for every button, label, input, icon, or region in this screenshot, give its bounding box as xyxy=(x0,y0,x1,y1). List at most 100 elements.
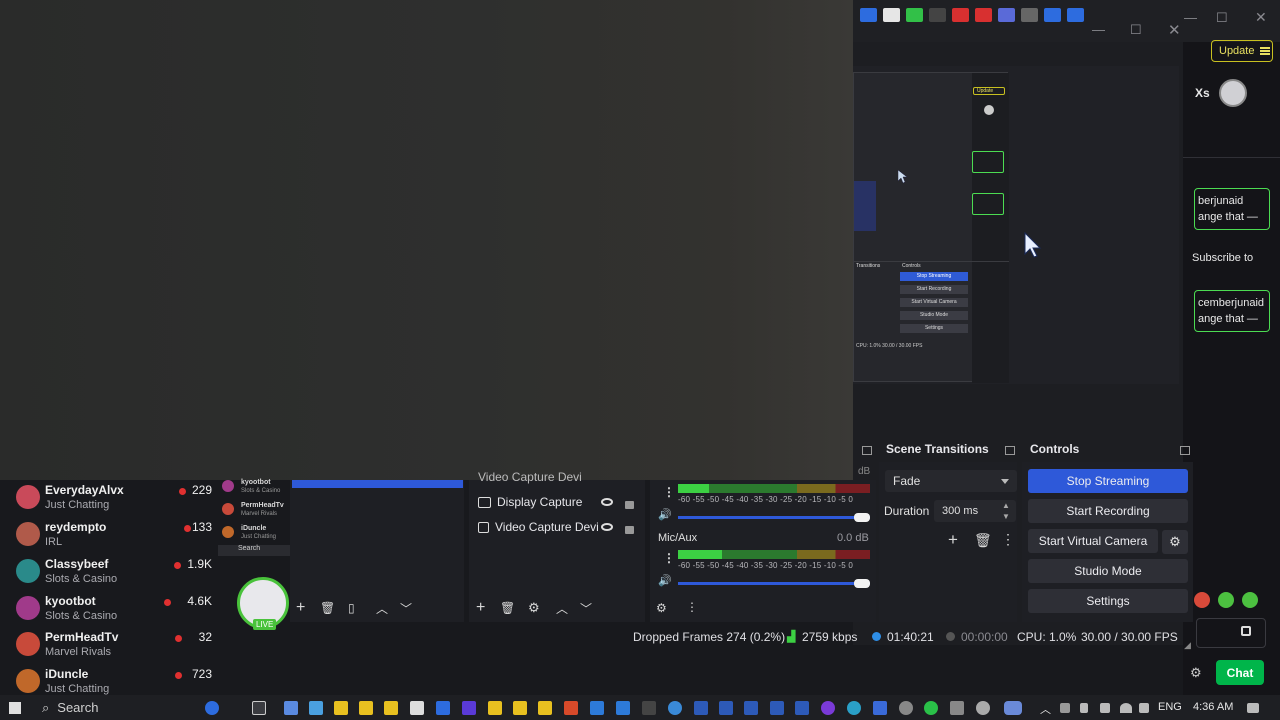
emote-picker-icon[interactable] xyxy=(1241,626,1251,636)
app-icon[interactable] xyxy=(436,701,450,715)
cloud-icon[interactable] xyxy=(1004,701,1022,715)
word-icon[interactable] xyxy=(795,701,809,715)
filter-icon[interactable]: ▯ xyxy=(348,601,355,615)
live-avatar[interactable]: LIVE xyxy=(237,577,289,630)
scene-item-selected[interactable] xyxy=(292,480,463,488)
chat-message[interactable]: cemberjunaid ange that — xyxy=(1194,290,1270,332)
chevron-down-icon[interactable]: ﹀ xyxy=(400,600,412,617)
tab-icon[interactable] xyxy=(975,8,992,22)
word-icon[interactable] xyxy=(694,701,708,715)
terminal-icon[interactable] xyxy=(642,701,656,715)
chevron-down-icon[interactable] xyxy=(929,8,946,22)
vscode-icon[interactable] xyxy=(616,701,630,715)
microphone-icon[interactable] xyxy=(1080,703,1088,713)
tab-icon[interactable] xyxy=(1044,8,1061,22)
gear-icon[interactable] xyxy=(899,701,913,715)
chevron-up-icon[interactable]: ︿ xyxy=(1040,701,1051,717)
speaker-icon[interactable] xyxy=(1139,703,1149,713)
more-icon[interactable]: ⋮ xyxy=(1001,531,1015,548)
start-recording-button[interactable]: Start Recording xyxy=(1028,499,1188,523)
lock-icon[interactable] xyxy=(625,526,634,534)
edge-icon[interactable] xyxy=(847,701,861,715)
wifi-icon[interactable] xyxy=(1120,703,1132,713)
gear-icon[interactable]: ⚙ xyxy=(1162,530,1188,554)
slider-handle[interactable] xyxy=(854,513,870,522)
undock-icon[interactable] xyxy=(1180,446,1190,455)
eye-icon[interactable] xyxy=(601,523,613,531)
tab-icon[interactable] xyxy=(883,8,900,22)
app-icon[interactable] xyxy=(668,701,682,715)
add-icon[interactable]: + xyxy=(948,530,958,550)
app-icon[interactable] xyxy=(821,701,835,715)
source-item[interactable]: Video Capture Devi xyxy=(478,516,599,538)
tab-icon[interactable] xyxy=(860,8,877,22)
source-item[interactable]: Video Capture Devi xyxy=(478,470,582,484)
chat-input[interactable] xyxy=(1196,618,1266,648)
folder-icon[interactable] xyxy=(538,701,552,715)
emote-icon[interactable] xyxy=(1242,592,1258,608)
eye-icon[interactable] xyxy=(601,498,613,506)
folder-icon[interactable] xyxy=(334,701,348,715)
mic-volume-slider[interactable] xyxy=(678,579,870,588)
update-button[interactable]: Update xyxy=(1211,40,1273,62)
folder-icon[interactable] xyxy=(513,701,527,715)
followed-channel[interactable]: kyootbot Slots & Casino 4.6K xyxy=(14,593,212,629)
app-icon[interactable] xyxy=(873,701,887,715)
settings-button[interactable]: Settings xyxy=(1028,589,1188,613)
undock-icon[interactable] xyxy=(862,446,872,455)
add-icon[interactable]: + xyxy=(296,599,305,617)
chat-message[interactable]: berjunaid ange that — xyxy=(1194,188,1270,230)
tray-icon[interactable] xyxy=(1060,703,1070,713)
avatar[interactable] xyxy=(1219,79,1247,107)
word-icon[interactable] xyxy=(744,701,758,715)
more-icon[interactable]: ⋮ xyxy=(663,551,675,565)
folder-icon[interactable] xyxy=(384,701,398,715)
speaker-icon[interactable]: 🔊 xyxy=(658,574,672,587)
globe-icon[interactable] xyxy=(205,701,219,715)
followed-channel[interactable]: PermHeadTv Marvel Rivals 32 xyxy=(14,629,212,665)
app-icon[interactable] xyxy=(410,701,424,715)
spin-down-icon[interactable]: ▼ xyxy=(1002,512,1010,521)
brave-icon[interactable] xyxy=(564,701,578,715)
app-icon[interactable] xyxy=(284,701,298,715)
battery-icon[interactable] xyxy=(1100,703,1110,713)
language-indicator[interactable]: ENG xyxy=(1158,701,1182,713)
gear-icon[interactable]: ⚙ xyxy=(1190,665,1202,681)
more-icon[interactable]: ⋮ xyxy=(686,600,698,614)
maximize-icon[interactable]: ☐ xyxy=(1216,10,1228,26)
chevron-up-icon[interactable]: ︿ xyxy=(556,600,568,617)
close-icon[interactable]: ✕ xyxy=(1255,9,1267,26)
chat-send-button[interactable]: Chat xyxy=(1216,660,1264,685)
followed-channel[interactable]: EverydayAlvx Just Chatting 229 xyxy=(14,482,212,518)
maximize-icon[interactable]: ☐ xyxy=(1130,22,1142,38)
followed-channel[interactable]: Classybeef Slots & Casino 1.9K xyxy=(14,556,212,592)
speaker-icon[interactable]: 🔊 xyxy=(658,508,672,521)
whatsapp-icon[interactable] xyxy=(924,701,938,715)
emote-icon[interactable] xyxy=(1194,592,1210,608)
emote-icon[interactable] xyxy=(1218,592,1234,608)
studio-mode-button[interactable]: Studio Mode xyxy=(1028,559,1188,583)
minimize-icon[interactable]: — xyxy=(1092,22,1105,37)
lock-icon[interactable] xyxy=(625,501,634,509)
more-icon[interactable]: ⋮ xyxy=(663,485,675,499)
slider-handle[interactable] xyxy=(854,579,870,588)
word-icon[interactable] xyxy=(719,701,733,715)
start-virtual-camera-button[interactable]: Start Virtual Camera xyxy=(1028,529,1158,553)
word-icon[interactable] xyxy=(770,701,784,715)
trash-icon[interactable]: 🗑 xyxy=(974,532,992,549)
folder-icon[interactable] xyxy=(359,701,373,715)
folder-icon[interactable] xyxy=(488,701,502,715)
tab-icon[interactable] xyxy=(1067,8,1084,22)
source-item[interactable]: Display Capture xyxy=(478,491,582,513)
gear-icon[interactable]: ⚙ xyxy=(528,600,540,616)
minimize-icon[interactable]: — xyxy=(1184,10,1197,25)
stop-streaming-button[interactable]: Stop Streaming xyxy=(1028,469,1188,493)
desktop-volume-slider[interactable] xyxy=(678,513,870,522)
close-icon[interactable]: ✕ xyxy=(1168,21,1181,39)
notifications-icon[interactable] xyxy=(1247,703,1259,713)
undock-icon[interactable] xyxy=(1005,446,1015,455)
obs-icon[interactable] xyxy=(976,701,990,715)
chevron-up-icon[interactable]: ︿ xyxy=(376,600,388,617)
transition-select[interactable]: Fade xyxy=(885,470,1017,492)
app-icon[interactable] xyxy=(950,701,964,715)
